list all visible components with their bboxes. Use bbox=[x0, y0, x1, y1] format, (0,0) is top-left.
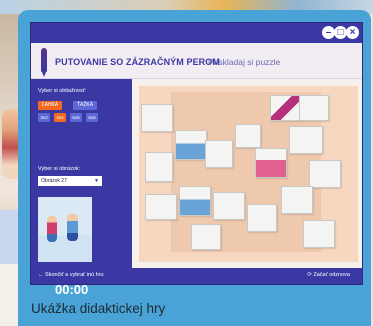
puzzle-piece[interactable] bbox=[247, 204, 277, 232]
puzzle-piece[interactable] bbox=[175, 130, 207, 160]
restart-link[interactable]: ⟳ Začať odznova bbox=[307, 272, 350, 278]
puzzle-piece[interactable] bbox=[145, 152, 173, 182]
preview-skater-boy bbox=[67, 214, 78, 241]
picture-label: Vyber si obrázok: bbox=[38, 166, 81, 172]
puzzle-piece[interactable] bbox=[281, 186, 313, 214]
puzzle-piece[interactable] bbox=[270, 95, 300, 121]
puzzle-piece[interactable] bbox=[235, 124, 261, 148]
difficulty-label: Vyber si obtiažnosť: bbox=[38, 88, 87, 94]
back-link-label: Skončiť a vybrať inú hru bbox=[45, 272, 104, 278]
preview-ice bbox=[38, 235, 92, 262]
puzzle-piece[interactable] bbox=[141, 104, 173, 132]
back-link[interactable]: ← Skončiť a vybrať inú hru bbox=[38, 272, 104, 278]
close-icon[interactable]: × bbox=[346, 26, 359, 39]
puzzle-piece[interactable] bbox=[289, 126, 323, 154]
game-window: – □ × PUTOVANIE SO ZÁZRAČNÝM PEROM Poskl… bbox=[30, 22, 363, 297]
puzzle-piece[interactable] bbox=[179, 186, 211, 216]
size-option-button[interactable]: 3x3 bbox=[38, 113, 50, 122]
picture-select[interactable]: Obrázok 27 ▼ bbox=[38, 176, 102, 186]
app-header: PUTOVANIE SO ZÁZRAČNÝM PEROM Poskladaj s… bbox=[31, 43, 362, 79]
app-title: PUTOVANIE SO ZÁZRAČNÝM PEROM bbox=[55, 57, 220, 67]
puzzle-piece[interactable] bbox=[205, 140, 233, 168]
picture-preview bbox=[38, 197, 92, 262]
size-option-button[interactable]: 5x5 bbox=[70, 113, 82, 122]
preview-skater-girl bbox=[47, 216, 57, 242]
size-option-button-active[interactable]: 4x4 bbox=[54, 113, 66, 122]
difficulty-easy-button[interactable]: ĽAHKÁ bbox=[38, 101, 62, 110]
puzzle-piece[interactable] bbox=[255, 148, 287, 178]
puzzle-piece[interactable] bbox=[299, 95, 329, 121]
pen-icon bbox=[41, 48, 47, 77]
puzzle-piece[interactable] bbox=[145, 194, 177, 220]
timer: 00:00 bbox=[55, 282, 89, 297]
puzzle-piece[interactable] bbox=[303, 220, 335, 248]
window-footer: ← Skončiť a vybrať inú hru ⟳ Začať odzno… bbox=[31, 268, 362, 284]
window-titlebar: – □ × bbox=[31, 23, 362, 43]
puzzle-piece[interactable] bbox=[191, 224, 221, 250]
puzzle-piece[interactable] bbox=[213, 192, 245, 220]
restart-link-label: Začať odznova bbox=[313, 272, 350, 278]
puzzle-area[interactable] bbox=[139, 86, 358, 262]
difficulty-hard-button[interactable]: ŤAŽKÁ bbox=[73, 101, 97, 110]
puzzle-piece[interactable] bbox=[309, 160, 341, 188]
app-subtitle: Poskladaj si puzzle bbox=[208, 57, 281, 67]
caption: Ukážka didaktickej hry bbox=[31, 301, 166, 316]
picture-select-value: Obrázok 27 bbox=[41, 178, 67, 184]
chevron-down-icon: ▼ bbox=[94, 178, 99, 184]
size-option-button[interactable]: 6x6 bbox=[86, 113, 98, 122]
settings-sidebar: Vyber si obtiažnosť: ĽAHKÁ ŤAŽKÁ 3x3 4x4… bbox=[31, 79, 132, 297]
